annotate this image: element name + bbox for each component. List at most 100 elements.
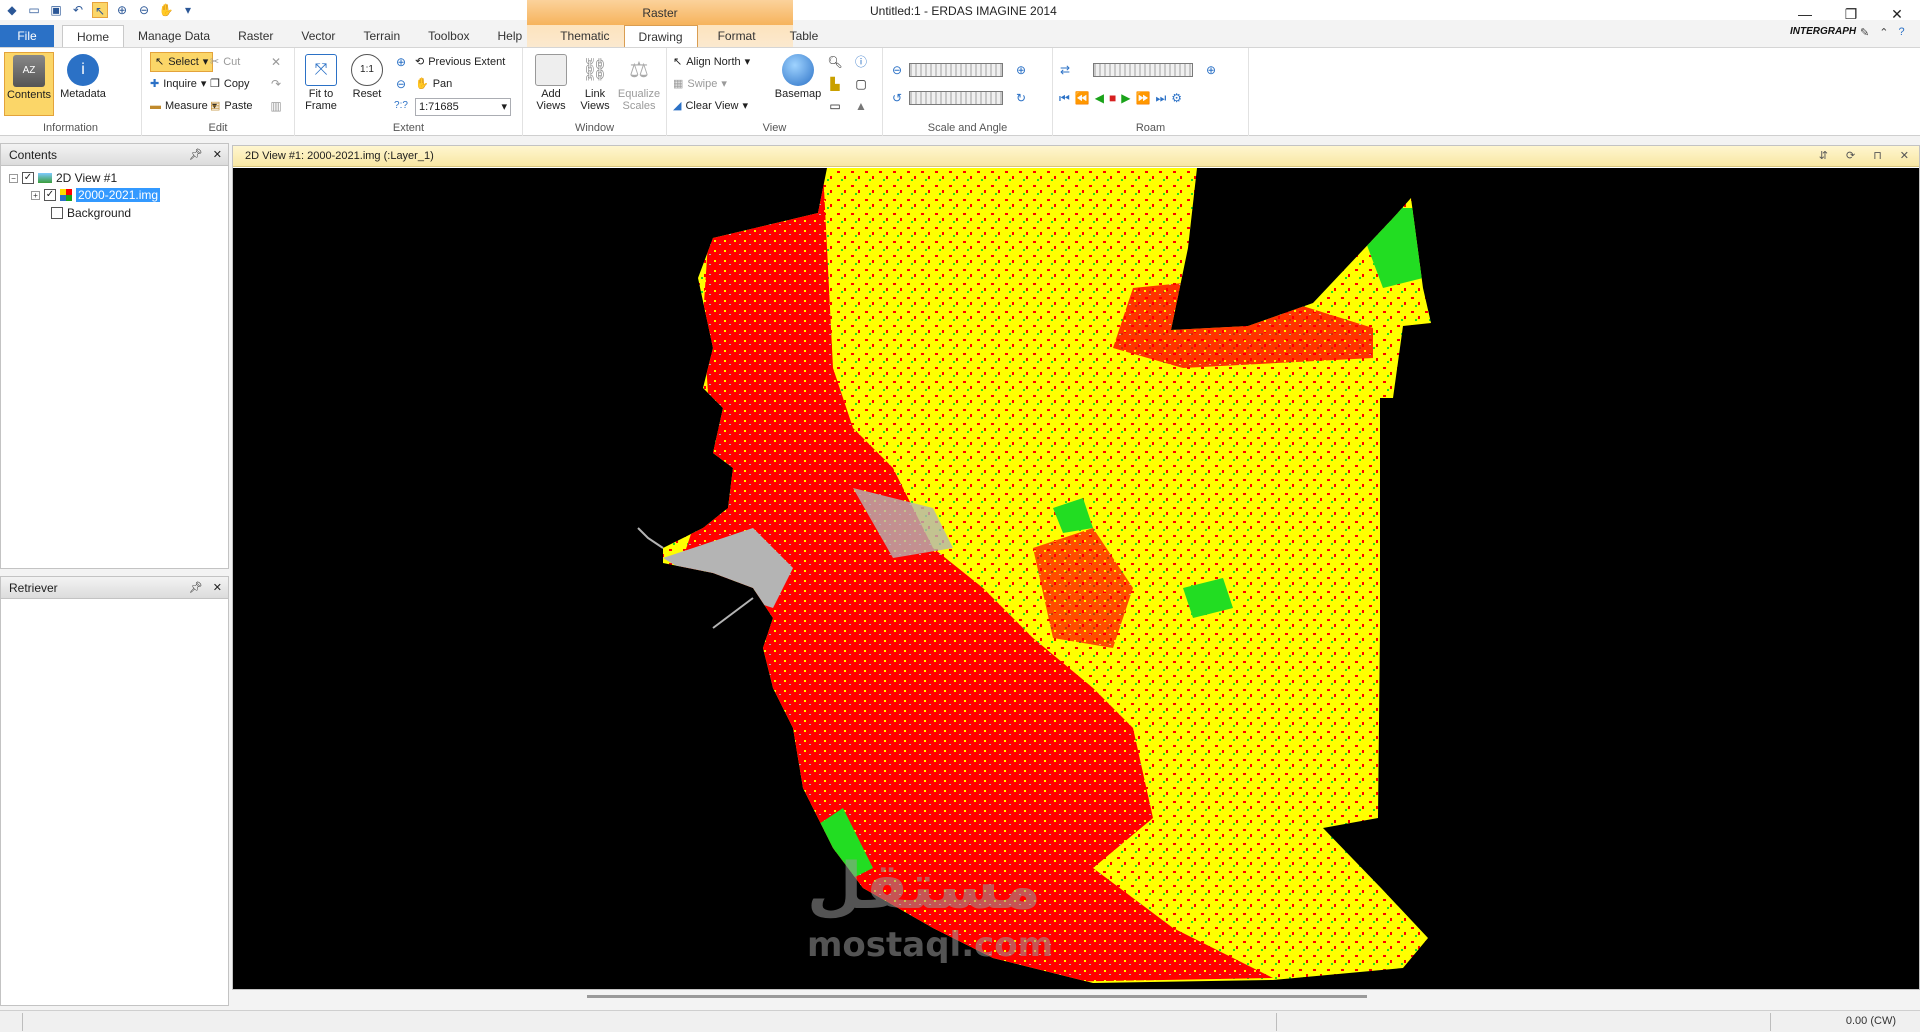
link-icon: ⛓ bbox=[581, 57, 609, 82]
select-button[interactable]: ↖ Select ▾ bbox=[150, 52, 214, 72]
redo-icon[interactable]: ↷ bbox=[268, 76, 284, 92]
close-icon[interactable]: ✕ bbox=[213, 577, 222, 599]
open-icon[interactable]: ▭ bbox=[26, 2, 42, 18]
chevron-down-icon: ▾ bbox=[721, 78, 727, 90]
view-tool-icon[interactable]: ⇵ bbox=[1819, 146, 1828, 167]
angle-slider[interactable] bbox=[909, 91, 1003, 105]
scale-slider[interactable] bbox=[909, 63, 1003, 77]
zoom-out-icon[interactable]: ⊖ bbox=[393, 76, 409, 92]
zoom-in-icon[interactable]: ⊕ bbox=[114, 2, 130, 18]
zoom-in-small-icon[interactable]: ⊕ bbox=[1013, 62, 1029, 78]
pin-icon[interactable]: ⊓ bbox=[1873, 146, 1882, 167]
view-checkbox[interactable]: ✓ bbox=[22, 172, 34, 184]
pan-button[interactable]: ✋ Pan bbox=[415, 74, 452, 94]
north-icon[interactable]: ▲ bbox=[853, 98, 869, 114]
maximize-button[interactable]: ❐ bbox=[1828, 0, 1874, 28]
select-icon[interactable]: ↖ bbox=[92, 2, 108, 18]
customize-qat-icon[interactable]: ▾ bbox=[180, 2, 196, 18]
basemap-button[interactable]: Basemap bbox=[773, 52, 823, 116]
measure-button[interactable]: ▬ Measure ▾ bbox=[150, 96, 217, 116]
equalize-scales-button[interactable]: ⚖ Equalize Scales bbox=[615, 52, 663, 116]
tab-format[interactable]: Format bbox=[698, 25, 776, 47]
layer-checkbox[interactable]: ✓ bbox=[44, 189, 56, 201]
grid-icon[interactable]: ▙ bbox=[827, 76, 843, 92]
rotate-left-icon[interactable]: ↺ bbox=[889, 90, 905, 106]
close-button[interactable]: ✕ bbox=[1874, 0, 1920, 28]
last-icon[interactable]: ⏭ bbox=[1155, 91, 1166, 106]
link-views-button[interactable]: ⛓ Link Views bbox=[571, 52, 619, 116]
inquire-button[interactable]: ✚ Inquire ▾ bbox=[150, 74, 206, 94]
stop-icon[interactable]: ■ bbox=[1109, 91, 1116, 106]
step-back-icon[interactable]: ⏪ bbox=[1075, 91, 1090, 106]
swipe-button[interactable]: ▦ Swipe ▾ bbox=[673, 74, 727, 94]
info-small-icon[interactable]: ⓘ bbox=[853, 54, 869, 70]
tab-manage-data[interactable]: Manage Data bbox=[124, 25, 224, 47]
close-icon[interactable]: ✕ bbox=[1900, 146, 1909, 167]
tab-raster[interactable]: Raster bbox=[224, 25, 287, 47]
first-icon[interactable]: ⏮ bbox=[1059, 91, 1070, 106]
quick-access-toolbar: ◆ ▭ ▣ ↶ ↖ ⊕ ⊖ ✋ ▾ bbox=[4, 2, 196, 18]
app-icon[interactable]: ◆ bbox=[4, 2, 20, 18]
pin-icon[interactable]: 📌︎ bbox=[189, 144, 203, 166]
tab-home[interactable]: Home bbox=[62, 25, 125, 47]
tree-item-background[interactable]: Background bbox=[51, 205, 131, 221]
tab-table[interactable]: Table bbox=[776, 25, 833, 47]
window-small-icon[interactable]: ▢ bbox=[853, 76, 869, 92]
fit-to-frame-button[interactable]: ⤧ Fit to Frame bbox=[297, 52, 345, 116]
contents-button[interactable]: AZ Contents bbox=[4, 52, 54, 116]
paste-icon: ▤ bbox=[210, 100, 221, 112]
contents-panel-title: Contents bbox=[9, 148, 58, 162]
pin-icon[interactable]: 📌︎ bbox=[189, 577, 203, 599]
collapse-icon[interactable]: − bbox=[9, 173, 18, 183]
zoom-in-icon[interactable]: ⊕ bbox=[393, 54, 409, 70]
tab-toolbox[interactable]: Toolbox bbox=[414, 25, 483, 47]
roam-zoom-icon[interactable]: ⊕ bbox=[1203, 62, 1219, 78]
minimize-button[interactable]: — bbox=[1782, 0, 1828, 28]
view-tool2-icon[interactable]: ⟳ bbox=[1846, 146, 1855, 167]
metadata-button[interactable]: i Metadata bbox=[58, 52, 108, 116]
tree-item-layer[interactable]: + ✓ 2000-2021.img bbox=[31, 187, 161, 203]
reset-button[interactable]: 1:1 Reset bbox=[343, 52, 391, 116]
paste-button[interactable]: ▤ Paste bbox=[210, 96, 253, 116]
copy-button[interactable]: ❐ Copy bbox=[210, 74, 250, 94]
tab-drawing[interactable]: Drawing bbox=[623, 25, 698, 47]
select-label: Select bbox=[168, 56, 199, 68]
delete-icon[interactable]: ✕ bbox=[268, 54, 284, 70]
tab-thematic[interactable]: Thematic bbox=[546, 25, 623, 47]
window-controls: — ❐ ✕ bbox=[1782, 0, 1920, 28]
previous-extent-button[interactable]: ⟲ Previous Extent bbox=[415, 52, 505, 72]
map-canvas[interactable]: مستقل mostaql.com bbox=[233, 168, 1919, 989]
expand-icon[interactable]: + bbox=[31, 190, 40, 200]
tab-vector[interactable]: Vector bbox=[287, 25, 349, 47]
background-checkbox[interactable] bbox=[51, 207, 63, 219]
save-icon[interactable]: ▣ bbox=[48, 2, 64, 18]
align-north-button[interactable]: ↖ Align North ▾ bbox=[673, 52, 750, 72]
tab-terrain[interactable]: Terrain bbox=[349, 25, 414, 47]
search-icon[interactable]: 🔍︎ bbox=[827, 54, 843, 70]
zoom-unknown-icon[interactable]: ?:? bbox=[393, 98, 409, 114]
roam-direction-icon[interactable]: ⇄ bbox=[1057, 62, 1073, 78]
tab-help[interactable]: Help bbox=[484, 25, 537, 47]
zoom-out-small-icon[interactable]: ⊖ bbox=[889, 62, 905, 78]
group-label-extent: Extent bbox=[392, 122, 425, 134]
play-reverse-icon[interactable]: ◀ bbox=[1095, 91, 1104, 106]
add-views-button[interactable]: Add Views bbox=[527, 52, 575, 116]
tree-item-2d-view[interactable]: − ✓ 2D View #1 bbox=[9, 170, 117, 186]
rotate-right-icon[interactable]: ↻ bbox=[1013, 90, 1029, 106]
roam-speed-slider[interactable] bbox=[1093, 63, 1193, 77]
tab-file[interactable]: File bbox=[0, 25, 54, 47]
step-forward-icon[interactable]: ⏩ bbox=[1135, 91, 1150, 106]
clear-view-button[interactable]: ◢ Clear View ▾ bbox=[673, 96, 748, 116]
play-icon[interactable]: ▶ bbox=[1121, 91, 1130, 106]
eraser-icon: ◢ bbox=[673, 100, 682, 112]
cut-button[interactable]: ✂ Cut bbox=[210, 52, 240, 72]
close-icon[interactable]: ✕ bbox=[213, 144, 222, 166]
frame-icon[interactable]: ▭ bbox=[827, 98, 843, 114]
pan-icon[interactable]: ✋ bbox=[158, 2, 174, 18]
horizontal-scrollbar[interactable] bbox=[587, 995, 1367, 998]
undo-icon[interactable]: ↶ bbox=[70, 2, 86, 18]
scale-input[interactable]: 1:71685 ▾ bbox=[415, 98, 511, 116]
zoom-out-icon[interactable]: ⊖ bbox=[136, 2, 152, 18]
clipboard-icon[interactable]: ▥ bbox=[268, 98, 284, 114]
roam-options-icon[interactable]: ⚙ bbox=[1171, 91, 1182, 106]
